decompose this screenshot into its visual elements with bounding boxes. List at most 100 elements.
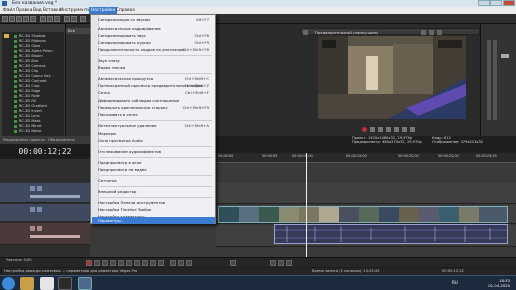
menu-file[interactable]: Файл xyxy=(3,8,15,13)
video-track-header[interactable] xyxy=(0,183,90,203)
video-lane[interactable] xyxy=(216,183,516,204)
menu-item[interactable]: Перекрыть оригинальную сторону Ctrl+Shift… xyxy=(92,104,215,111)
timeline-ruler[interactable]: 00:00:00 00:00:05 00:00:10;00 00:00:15;0… xyxy=(216,153,516,163)
mute-icon[interactable] xyxy=(30,186,35,191)
render-icon[interactable] xyxy=(23,16,29,22)
mute-icon[interactable] xyxy=(30,207,35,212)
vegas-pro-icon[interactable] xyxy=(78,277,92,290)
solo-icon[interactable] xyxy=(37,226,42,231)
open-icon[interactable] xyxy=(9,16,15,22)
menu-tools[interactable]: Инструменты xyxy=(60,8,91,13)
pause-icon[interactable] xyxy=(118,260,124,266)
audio-clip[interactable] xyxy=(274,224,508,244)
fader-handle[interactable] xyxy=(501,54,509,58)
close-button[interactable] xyxy=(503,0,515,6)
clock[interactable]: 18:33 01.04.2020 xyxy=(488,278,510,288)
selection-tool-icon[interactable] xyxy=(186,260,192,266)
redo-icon[interactable] xyxy=(71,16,77,22)
go-to-end-icon[interactable] xyxy=(142,260,148,266)
tab-project-media[interactable]: Медиафайлы проекта xyxy=(3,138,45,142)
go-to-start-icon[interactable] xyxy=(134,260,140,266)
prev-frame-icon[interactable] xyxy=(150,260,156,266)
video-clip[interactable] xyxy=(218,206,508,223)
snapping-icon[interactable] xyxy=(270,260,276,266)
auto-ripple-icon[interactable] xyxy=(278,260,284,266)
menu-item[interactable]: Сетка Ctrl+Shift+F xyxy=(92,89,215,96)
paste-icon[interactable] xyxy=(54,16,60,22)
menu-item[interactable]: Настройка Панели инструментов xyxy=(92,199,215,206)
stop-icon[interactable] xyxy=(386,127,391,132)
loop-icon[interactable] xyxy=(410,127,415,132)
menu-item[interactable]: Интеллектуальное удаление Ctrl+Shift+A xyxy=(92,122,215,129)
audio-track-header[interactable] xyxy=(0,223,90,245)
new-icon[interactable] xyxy=(2,16,8,22)
media-player-icon[interactable] xyxy=(58,277,72,290)
playhead[interactable] xyxy=(306,153,307,257)
menu-item[interactable]: Синхронизировать звук Ctrl+F8 xyxy=(92,32,215,39)
normal-edit-tool-icon[interactable] xyxy=(170,260,176,266)
level-slider[interactable] xyxy=(30,195,80,198)
file-explorer-icon[interactable] xyxy=(20,277,34,290)
properties-icon[interactable] xyxy=(30,16,36,22)
menu-item[interactable]: Окно просмотра Audio xyxy=(92,137,215,144)
menu-insert[interactable]: Вставка xyxy=(43,8,61,13)
split-icon[interactable] xyxy=(230,260,236,266)
loop-icon[interactable] xyxy=(94,260,100,266)
language-indicator[interactable]: RU xyxy=(452,280,458,285)
copy-snapshot-icon[interactable] xyxy=(437,30,442,35)
envelope-tool-icon[interactable] xyxy=(178,260,184,266)
volume-slider[interactable] xyxy=(30,235,80,238)
menu-item[interactable]: Отслеживание аудиоэффектов xyxy=(92,148,215,155)
undo-icon[interactable] xyxy=(64,16,70,22)
play-icon[interactable] xyxy=(110,260,116,266)
solo-icon[interactable] xyxy=(37,207,42,212)
menu-settings[interactable]: Настройки xyxy=(89,7,118,14)
record-icon[interactable] xyxy=(362,127,367,132)
pause-icon[interactable] xyxy=(378,127,383,132)
split-screen-icon[interactable] xyxy=(421,30,426,35)
menu-item[interactable]: Автоматическое кадрирование xyxy=(92,25,215,32)
next-frame-icon[interactable] xyxy=(158,260,164,266)
menu-item[interactable]: Показывать в сетке xyxy=(92,111,215,118)
menu-item[interactable]: Предпросмотр на видео xyxy=(92,166,215,173)
mute-icon[interactable] xyxy=(30,226,35,231)
maximize-button[interactable] xyxy=(490,0,502,6)
menu-item[interactable]: Деформировать соблюдая соотношение xyxy=(92,97,215,104)
start-button[interactable] xyxy=(2,277,15,290)
list-item[interactable]: RC-3D Noise xyxy=(14,129,41,134)
menu-item[interactable]: Сетчатка xyxy=(92,177,215,184)
menu-item[interactable]: Синхронизировать курсор Ctrl+F9 xyxy=(92,39,215,46)
menu-help[interactable]: Справка xyxy=(116,8,135,13)
menu-edit[interactable]: Правка xyxy=(16,8,32,13)
menu-item[interactable]: Внешний редактор xyxy=(92,188,215,195)
menu-item[interactable]: Продолжительность кадров по умолчанию Ctr… xyxy=(92,46,215,53)
menu-item[interactable]: Автоматическая прокрутка Ctrl+Shift+C xyxy=(92,75,215,82)
overlay-icon[interactable] xyxy=(429,30,434,35)
menu-item[interactable]: Синхронизация со звуком Alt+F7 xyxy=(92,16,215,23)
copy-icon[interactable] xyxy=(47,16,53,22)
menu-item[interactable]: Звук снизу xyxy=(92,57,215,64)
video-track-header[interactable] xyxy=(0,204,90,222)
lock-envelopes-icon[interactable] xyxy=(286,260,292,266)
preview-settings-icon[interactable] xyxy=(303,30,308,35)
yandex-browser-icon[interactable] xyxy=(40,277,54,290)
next-frame-icon[interactable] xyxy=(402,127,407,132)
menu-item[interactable]: Маркеры xyxy=(92,130,215,137)
save-icon[interactable] xyxy=(16,16,22,22)
solo-icon[interactable] xyxy=(37,186,42,191)
minimize-button[interactable] xyxy=(478,0,490,6)
menu-item[interactable]: Видео значки xyxy=(92,64,215,71)
menu-view[interactable]: Вид xyxy=(33,8,42,13)
menu-item-preferences[interactable]: Параметры... xyxy=(92,217,215,224)
help-icon[interactable] xyxy=(80,16,86,22)
play-from-start-icon[interactable] xyxy=(102,260,108,266)
stop-icon[interactable] xyxy=(126,260,132,266)
tab-explorer[interactable]: Обозреватель xyxy=(48,138,75,142)
menu-item[interactable]: Предпросмотр в окне xyxy=(92,159,215,166)
record-icon[interactable] xyxy=(86,260,92,266)
menu-item[interactable]: Полноэкранный просмотр предварительного … xyxy=(92,82,215,89)
preview-quality-dropdown[interactable]: Предварительный (наилучшее) xyxy=(315,30,378,35)
menu-item[interactable]: Настройка Timeline Toolbar xyxy=(92,206,215,213)
prev-frame-icon[interactable] xyxy=(394,127,399,132)
play-icon[interactable] xyxy=(370,127,375,132)
